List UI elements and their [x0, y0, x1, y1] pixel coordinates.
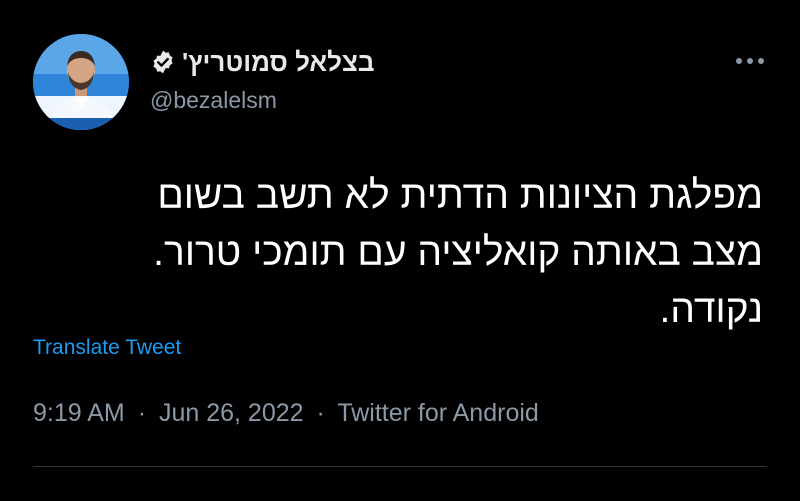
author-row: בצלאל סמוטריץ': [150, 42, 375, 82]
separator: ·: [137, 399, 147, 427]
tweet-source[interactable]: Twitter for Android: [337, 399, 538, 427]
tweet-text-line: מצב באותה קואליציה עם תומכי טרור.: [153, 231, 763, 274]
tweet-text: מפלגת הציונות הדתית לא תשב בשום מצב באות…: [63, 167, 763, 338]
divider: [33, 466, 767, 467]
tweet-metadata: 9:19 AM · Jun 26, 2022 · Twitter for And…: [33, 399, 539, 428]
more-horizontal-icon[interactable]: [733, 54, 767, 68]
handle[interactable]: @bezalelsm: [150, 87, 277, 114]
avatar[interactable]: [33, 34, 129, 130]
tweet-date[interactable]: Jun 26, 2022: [159, 399, 304, 427]
tweet-text-line: נקודה.: [659, 288, 763, 331]
tweet-text-line: מפלגת הציונות הדתית לא תשב בשום: [157, 174, 763, 217]
translate-tweet-link[interactable]: Translate Tweet: [33, 336, 181, 360]
verified-badge-icon: [150, 49, 176, 75]
avatar-image: [33, 34, 129, 130]
tweet-card: בצלאל סמוטריץ' @bezalelsm מפלגת הציונות …: [0, 0, 800, 501]
separator: ·: [316, 399, 325, 427]
display-name[interactable]: בצלאל סמוטריץ': [182, 47, 375, 78]
tweet-time[interactable]: 9:19 AM: [33, 399, 125, 427]
